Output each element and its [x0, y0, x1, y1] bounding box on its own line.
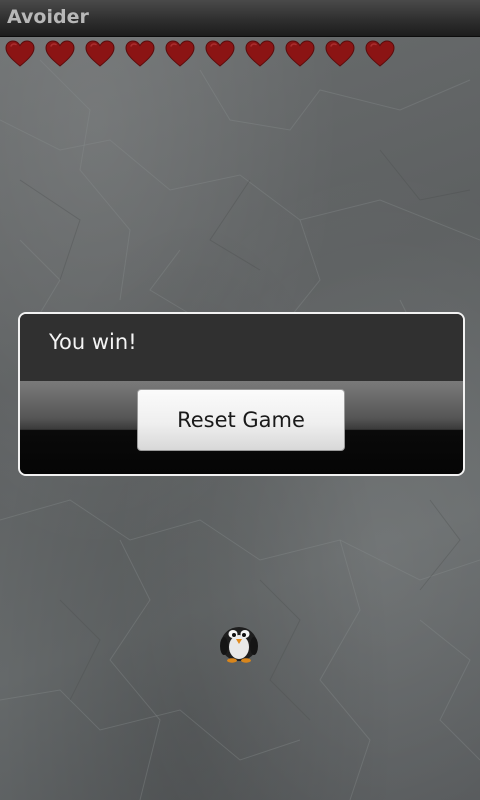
- heart-icon: [80, 38, 120, 68]
- dialog-header: You win!: [20, 314, 463, 381]
- penguin-icon[interactable]: [218, 619, 260, 663]
- heart-icon: [120, 38, 160, 68]
- heart-icon: [240, 38, 280, 68]
- heart-icon: [360, 38, 400, 68]
- lives-indicator: [0, 38, 400, 68]
- heart-icon: [320, 38, 360, 68]
- dialog-message: You win!: [49, 330, 137, 354]
- heart-icon: [160, 38, 200, 68]
- app-title: Avoider: [7, 6, 89, 28]
- dialog-button-bar: Reset Game: [20, 381, 463, 474]
- heart-icon: [40, 38, 80, 68]
- win-dialog: You win! Reset Game: [18, 312, 465, 476]
- title-bar: Avoider: [0, 0, 480, 37]
- heart-icon: [280, 38, 320, 68]
- game-screen: Avoider You win! Reset Game: [0, 0, 480, 800]
- heart-icon: [200, 38, 240, 68]
- reset-game-button[interactable]: Reset Game: [137, 389, 345, 451]
- heart-icon: [0, 38, 40, 68]
